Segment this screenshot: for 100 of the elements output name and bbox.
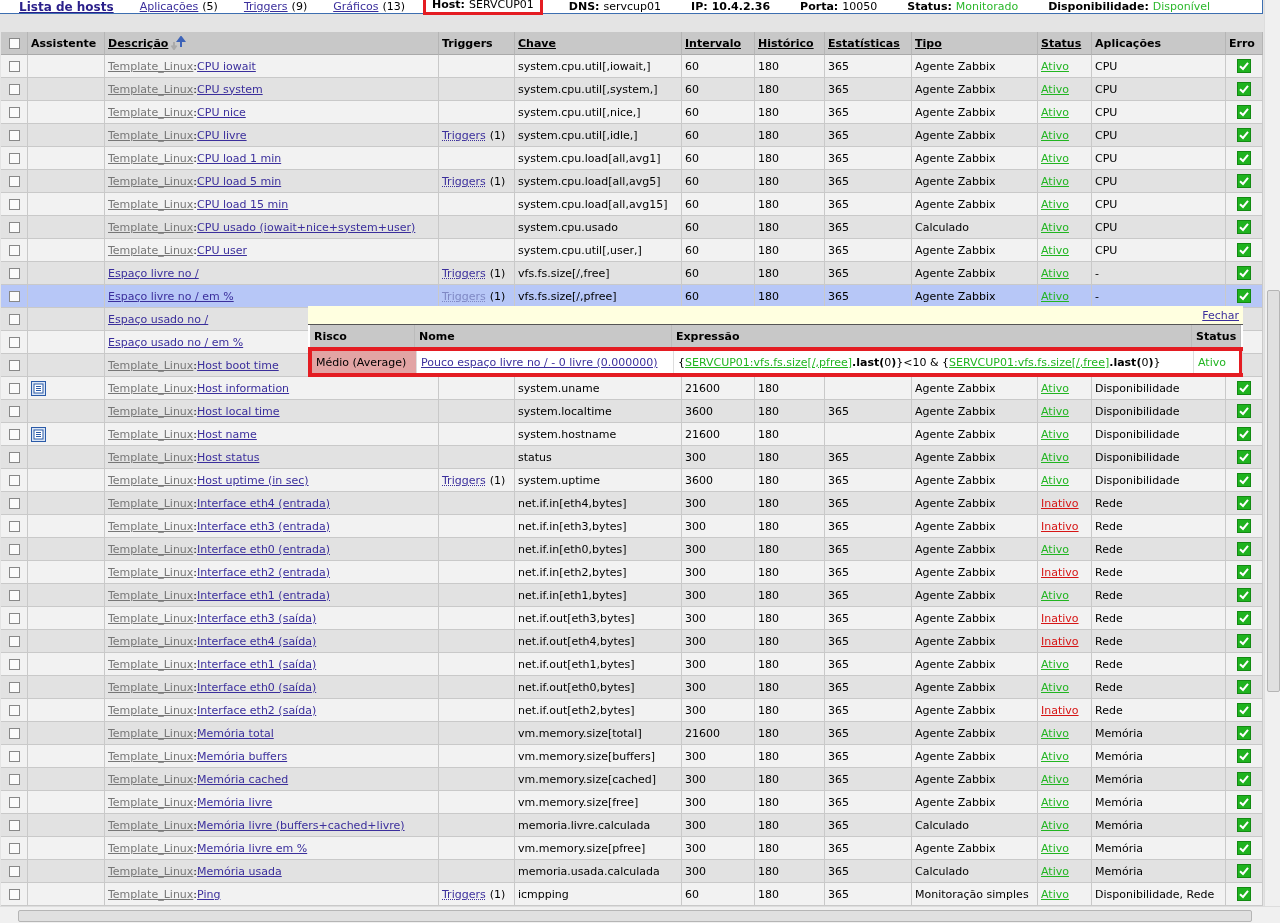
row-checkbox[interactable] — [8, 589, 20, 601]
row-checkbox[interactable] — [8, 152, 20, 164]
column-header[interactable]: Tipo — [915, 36, 942, 50]
table-row[interactable]: Template_Linux:Host name system.hostname 21600 180 Agente Zabbix Ativo Disponibilidade — [1, 423, 1263, 446]
table-row[interactable]: Template_Linux:Ping Triggers (1) icmpping 60 180 365 Monitoração simples Ativo Disponibilidade, Rede — [1, 883, 1263, 906]
table-row[interactable]: Template_Linux:CPU load 1 min system.cpu.load[all,avg1] 60 180 365 Agente Zabbix Ativo CPU — [1, 147, 1263, 170]
row-checkbox[interactable] — [8, 704, 20, 716]
template-link[interactable]: Template_Linux — [108, 128, 194, 142]
item-link[interactable]: Host uptime (in sec) — [197, 473, 309, 487]
item-link[interactable]: Memória cached — [197, 772, 289, 786]
row-checkbox[interactable] — [8, 727, 20, 739]
table-row[interactable]: Template_Linux:Interface eth1 (entrada) net.if.in[eth1,bytes] 300 180 365 Agente Zabbix Ativo Rede — [1, 584, 1263, 607]
table-row[interactable]: Espaço livre no / em % Triggers (1) vfs.fs.size[/,pfree] 60 180 365 Agente Zabbix Ativo - — [1, 285, 1263, 308]
template-link[interactable]: Template_Linux — [108, 82, 194, 96]
item-link[interactable]: Interface eth4 (entrada) — [197, 496, 330, 510]
row-checkbox[interactable] — [8, 175, 20, 187]
item-link[interactable]: CPU user — [197, 243, 247, 257]
row-checkbox[interactable] — [8, 313, 20, 325]
table-row[interactable]: Template_Linux:Interface eth4 (saída) net.if.out[eth4,bytes] 300 180 365 Agente Zabbix Inativo Rede — [1, 630, 1263, 653]
table-row[interactable]: Template_Linux:CPU user system.cpu.util[,user,] 60 180 365 Agente Zabbix Ativo CPU — [1, 239, 1263, 262]
table-row[interactable]: Template_Linux:Memória buffers vm.memory.size[buffers] 300 180 365 Agente Zabbix Ativo Memória — [1, 745, 1263, 768]
status-link[interactable]: Inativo — [1041, 634, 1079, 648]
row-checkbox[interactable] — [8, 428, 20, 440]
table-row[interactable]: Template_Linux:CPU nice system.cpu.util[,nice,] 60 180 365 Agente Zabbix Ativo CPU — [1, 101, 1263, 124]
item-link[interactable]: Interface eth3 (saída) — [197, 611, 317, 625]
template-link[interactable]: Template_Linux — [108, 151, 194, 165]
table-row[interactable]: Template_Linux:Host local time system.localtime 3600 180 365 Agente Zabbix Ativo Disponibilidade — [1, 400, 1263, 423]
item-link[interactable]: CPU system — [197, 82, 263, 96]
triggers-link[interactable]: Triggers — [442, 887, 486, 901]
item-link[interactable]: Memória livre em % — [197, 841, 308, 855]
row-checkbox[interactable] — [8, 819, 20, 831]
row-checkbox[interactable] — [8, 60, 20, 72]
item-link[interactable]: Memória buffers — [197, 749, 288, 763]
status-link[interactable]: Inativo — [1041, 519, 1079, 533]
row-checkbox[interactable] — [8, 83, 20, 95]
select-all-checkbox[interactable] — [8, 37, 20, 49]
table-row[interactable]: Template_Linux:Interface eth1 (saída) net.if.out[eth1,bytes] 300 180 365 Agente Zabbix Ativo Rede — [1, 653, 1263, 676]
row-checkbox[interactable] — [8, 336, 20, 348]
item-link[interactable]: Espaço livre no / em % — [108, 289, 234, 303]
nav-link[interactable]: Triggers — [243, 0, 288, 13]
table-row[interactable]: Template_Linux:Host information system.uname 21600 180 Agente Zabbix Ativo Disponibilidade — [1, 377, 1263, 400]
item-link[interactable]: Ping — [197, 887, 221, 901]
row-checkbox[interactable] — [8, 359, 20, 371]
row-checkbox[interactable] — [8, 750, 20, 762]
item-link[interactable]: Memória total — [197, 726, 274, 740]
item-link[interactable]: Interface eth2 (saída) — [197, 703, 317, 717]
item-link[interactable]: Interface eth2 (entrada) — [197, 565, 330, 579]
table-row[interactable]: Template_Linux:CPU load 5 min Triggers (1) system.cpu.load[all,avg5] 60 180 365 Agente Zabbix Ativo CPU — [1, 170, 1263, 193]
row-checkbox[interactable] — [8, 198, 20, 210]
item-link[interactable]: Espaço usado no / em % — [108, 335, 244, 349]
item-link[interactable]: Espaço usado no / — [108, 312, 209, 326]
row-checkbox[interactable] — [8, 497, 20, 509]
table-row[interactable]: Template_Linux:Memória livre (buffers+cached+livre) memoria.livre.calculada 300 180 365 Calculado Ativo Memória — [1, 814, 1263, 837]
item-link[interactable]: Interface eth3 (entrada) — [197, 519, 330, 533]
table-row[interactable]: Template_Linux:Interface eth3 (saída) net.if.out[eth3,bytes] 300 180 365 Agente Zabbix Inativo Rede — [1, 607, 1263, 630]
table-row[interactable]: Template_Linux:Memória total vm.memory.size[total] 21600 180 365 Agente Zabbix Ativo Memória — [1, 722, 1263, 745]
item-link[interactable]: Host name — [197, 427, 257, 441]
row-checkbox[interactable] — [8, 865, 20, 877]
table-row[interactable]: Template_Linux:Host status status 300 180 365 Agente Zabbix Ativo Disponibilidade — [1, 446, 1263, 469]
template-link[interactable]: Template_Linux — [108, 197, 194, 211]
table-row[interactable]: Template_Linux:CPU usado (iowait+nice+system+user) system.cpu.usado 60 180 365 Calculado Ativo CPU — [1, 216, 1263, 239]
table-row[interactable]: Template_Linux:Memória livre em % vm.memory.size[pfree] 300 180 365 Agente Zabbix Ativo Memória — [1, 837, 1263, 860]
table-row[interactable]: Template_Linux:Interface eth0 (saída) net.if.out[eth0,bytes] 300 180 365 Agente Zabbix Ativo Rede — [1, 676, 1263, 699]
item-link[interactable]: Memória livre — [197, 795, 273, 809]
item-link[interactable]: Host local time — [197, 404, 280, 418]
item-link[interactable]: CPU nice — [197, 105, 246, 119]
row-checkbox[interactable] — [8, 267, 20, 279]
row-checkbox[interactable] — [8, 796, 20, 808]
column-header[interactable]: Histórico — [758, 36, 814, 50]
item-link[interactable]: Interface eth1 (saída) — [197, 657, 317, 671]
triggers-link[interactable]: Triggers — [442, 266, 486, 280]
nav-link[interactable]: Lista de hosts — [19, 0, 114, 14]
row-checkbox[interactable] — [8, 635, 20, 647]
row-checkbox[interactable] — [8, 474, 20, 486]
column-header[interactable]: Descrição — [108, 36, 169, 50]
close-link[interactable]: Fechar — [1202, 308, 1239, 322]
status-link[interactable]: Inativo — [1041, 565, 1079, 579]
table-row[interactable]: Template_Linux:CPU iowait system.cpu.util[,iowait,] 60 180 365 Agente Zabbix Ativo CPU — [1, 55, 1263, 78]
row-checkbox[interactable] — [8, 842, 20, 854]
table-row[interactable]: Template_Linux:Host uptime (in sec) Triggers (1) system.uptime 3600 180 365 Agente Zabbix Ativo Disponibilidade — [1, 469, 1263, 492]
row-checkbox[interactable] — [8, 612, 20, 624]
table-row[interactable]: Template_Linux:Interface eth2 (entrada) net.if.in[eth2,bytes] 300 180 365 Agente Zabbix Inativo Rede — [1, 561, 1263, 584]
column-header[interactable]: Intervalo — [685, 36, 741, 50]
item-link[interactable]: Host status — [197, 450, 260, 464]
item-link[interactable]: Host boot time — [197, 358, 279, 372]
item-link[interactable]: Interface eth1 (entrada) — [197, 588, 330, 602]
row-checkbox[interactable] — [8, 520, 20, 532]
nav-link[interactable]: Aplicações — [139, 0, 199, 13]
column-header[interactable]: Chave — [518, 36, 556, 50]
status-link[interactable]: Inativo — [1041, 611, 1079, 625]
item-link[interactable]: CPU load 1 min — [197, 151, 282, 165]
template-link[interactable]: Template_Linux — [108, 174, 194, 188]
item-link[interactable]: Host information — [197, 381, 290, 395]
triggers-link[interactable]: Triggers — [442, 473, 486, 487]
row-checkbox[interactable] — [8, 888, 20, 900]
row-checkbox[interactable] — [8, 543, 20, 555]
table-row[interactable]: Espaço livre no / Triggers (1) vfs.fs.size[/,free] 60 180 365 Agente Zabbix Ativo - — [1, 262, 1263, 285]
table-row[interactable]: Template_Linux:Interface eth3 (entrada) net.if.in[eth3,bytes] 300 180 365 Agente Zabbix Inativo Rede — [1, 515, 1263, 538]
row-checkbox[interactable] — [8, 106, 20, 118]
status-link[interactable]: Inativo — [1041, 703, 1079, 717]
